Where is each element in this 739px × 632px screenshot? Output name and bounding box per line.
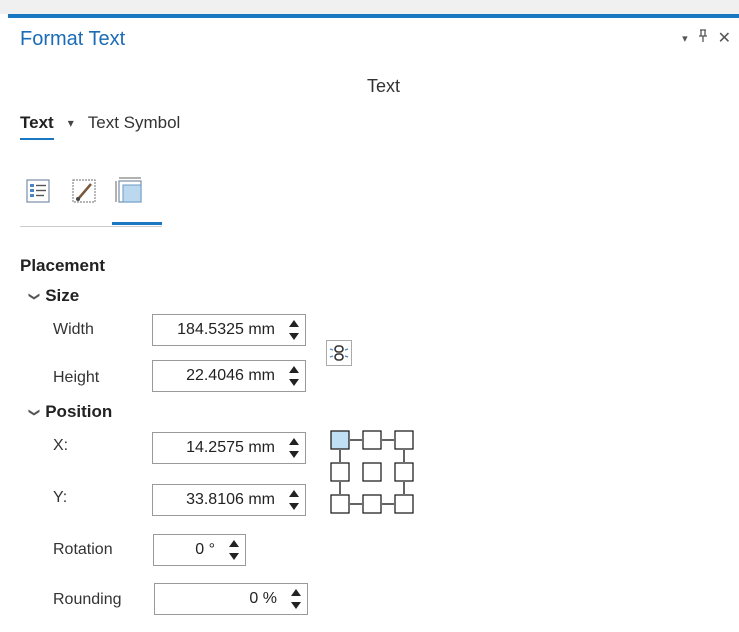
rotation-field[interactable]: 0 ° — [153, 534, 246, 566]
close-icon[interactable]: ✕ — [718, 28, 731, 48]
chain-link-icon — [329, 345, 349, 361]
x-label: X: — [53, 437, 69, 454]
x-spinner[interactable] — [287, 438, 301, 458]
lock-aspect-ratio-button[interactable] — [326, 340, 352, 366]
tab-strip: Text ▾ Text Symbol — [20, 113, 181, 140]
rounding-value: 0 % — [249, 590, 277, 607]
y-field[interactable]: 33.8106 mm — [152, 484, 306, 516]
position-group-toggle[interactable]: ❯ Position — [28, 402, 113, 422]
rotation-value: 0 ° — [195, 541, 215, 558]
rounding-label: Rounding — [53, 591, 122, 608]
rotation-label: Rotation — [53, 541, 113, 558]
tab-text-symbol[interactable]: Text Symbol — [88, 113, 181, 133]
tab-dropdown-icon[interactable]: ▾ — [68, 116, 74, 130]
x-value: 14.2575 mm — [186, 439, 275, 456]
height-field[interactable]: 22.4046 mm — [152, 360, 306, 392]
section-heading: Text — [366, 76, 400, 96]
width-value: 184.5325 mm — [177, 321, 275, 338]
placement-title: Placement — [20, 256, 106, 275]
placement-icon[interactable] — [112, 173, 162, 225]
icon-row-divider — [20, 226, 162, 227]
pin-icon[interactable] — [698, 28, 708, 48]
height-label: Height — [53, 369, 100, 386]
height-spinner[interactable] — [287, 366, 301, 386]
property-icon-row — [20, 173, 162, 225]
x-field[interactable]: 14.2575 mm — [152, 432, 306, 464]
y-label: Y: — [53, 489, 68, 506]
size-group-toggle[interactable]: ❯ Size — [28, 286, 80, 306]
rounding-spinner[interactable] — [289, 589, 303, 609]
pane-title: Format Text — [20, 28, 126, 50]
pane-menu-dropdown-icon[interactable]: ▾ — [682, 32, 688, 45]
y-spinner[interactable] — [287, 490, 301, 510]
width-spinner[interactable] — [287, 320, 301, 340]
anchor-point-grid[interactable] — [330, 430, 414, 514]
width-label: Width — [53, 321, 94, 338]
pane-controls: ▾ ✕ — [682, 28, 731, 48]
chevron-down-icon: ❯ — [28, 291, 41, 301]
rounding-field[interactable]: 0 % — [154, 583, 308, 615]
position-title: Position — [45, 402, 113, 421]
rotation-spinner[interactable] — [227, 540, 241, 560]
y-value: 33.8106 mm — [186, 491, 275, 508]
chevron-down-icon: ❯ — [28, 407, 41, 417]
width-field[interactable]: 184.5325 mm — [152, 314, 306, 346]
symbol-edit-icon[interactable] — [66, 173, 102, 209]
height-value: 22.4046 mm — [186, 367, 275, 384]
format-text-pane: Format Text ▾ ✕ Text Text ▾ Text Symbol — [8, 18, 739, 632]
tab-text[interactable]: Text — [20, 113, 54, 140]
top-band — [0, 0, 739, 14]
size-title: Size — [45, 286, 80, 305]
general-properties-icon[interactable] — [20, 173, 56, 209]
